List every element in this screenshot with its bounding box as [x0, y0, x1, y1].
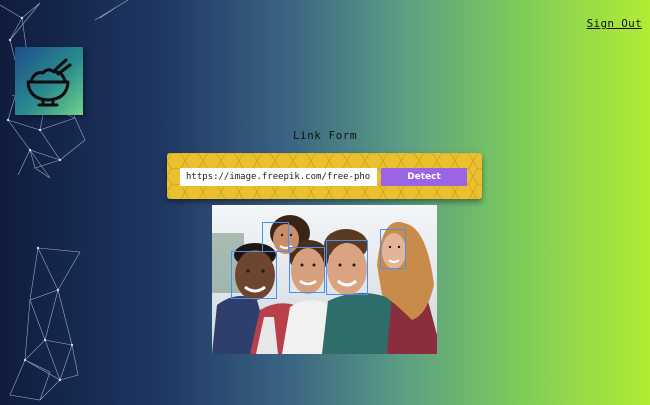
- form-title: Link Form: [292, 129, 358, 142]
- link-form: Detect: [167, 153, 482, 199]
- face-box: [326, 240, 368, 295]
- sign-out-link[interactable]: Sign Out: [587, 17, 642, 30]
- detect-button[interactable]: Detect: [381, 168, 467, 186]
- face-box: [231, 251, 277, 299]
- face-box: [262, 222, 289, 252]
- app-logo[interactable]: [15, 47, 83, 115]
- detection-image: [212, 205, 437, 354]
- rice-bowl-icon: [26, 58, 72, 107]
- face-box: [289, 247, 325, 293]
- url-input[interactable]: [180, 168, 377, 186]
- face-box: [380, 229, 406, 269]
